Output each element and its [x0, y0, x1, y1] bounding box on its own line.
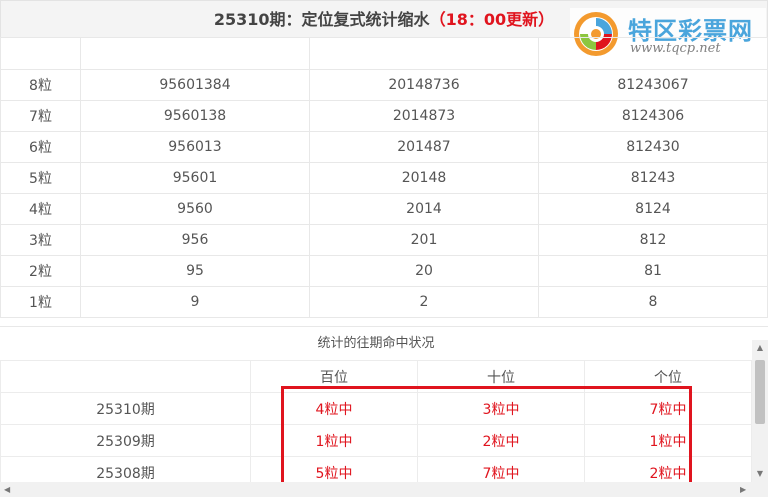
- row-label: 3粒: [0, 224, 81, 256]
- table-cell: 956: [80, 224, 310, 256]
- vertical-scrollbar[interactable]: ▲ ▼: [752, 340, 768, 482]
- table-header-row: [0, 37, 768, 70]
- table-cell: 2014: [309, 193, 539, 225]
- scroll-down-icon[interactable]: ▼: [752, 466, 768, 482]
- history-table: 百位 十位 个位 25310期 4粒中 3粒中 7粒中 25309期 1粒中 2…: [0, 360, 752, 489]
- table-row: 1粒 9 2 8: [0, 286, 768, 318]
- history-hit-cell: 3粒中: [417, 392, 585, 425]
- table-row: 6粒 956013 201487 812430: [0, 131, 768, 163]
- header-cell: [309, 37, 539, 70]
- table-cell: 8124306: [538, 100, 768, 132]
- table-cell: 81243: [538, 162, 768, 194]
- history-header-cell: 个位: [584, 360, 752, 393]
- history-period: 25310期: [0, 392, 251, 425]
- table-cell: 81: [538, 255, 768, 287]
- table-cell: 9560138: [80, 100, 310, 132]
- table-cell: 201: [309, 224, 539, 256]
- table-row: 8粒 95601384 20148736 81243067: [0, 69, 768, 101]
- scroll-left-icon[interactable]: ◀: [4, 482, 10, 497]
- row-label: 5粒: [0, 162, 81, 194]
- table-cell: 95601: [80, 162, 310, 194]
- table-cell: 956013: [80, 131, 310, 163]
- row-label: 1粒: [0, 286, 81, 318]
- history-header-cell: 十位: [417, 360, 585, 393]
- scroll-up-icon[interactable]: ▲: [752, 340, 768, 356]
- table-cell: 20148736: [309, 69, 539, 101]
- table-cell: 201487: [309, 131, 539, 163]
- table-cell: 2014873: [309, 100, 539, 132]
- row-label: 7粒: [0, 100, 81, 132]
- history-panel: 统计的往期命中状况 百位 十位 个位 25310期 4粒中 3粒中 7粒中 25…: [0, 326, 768, 498]
- table-row: 2粒 95 20 81: [0, 255, 768, 287]
- table-cell: 81243067: [538, 69, 768, 101]
- header-cell: [80, 37, 310, 70]
- table-cell: 812430: [538, 131, 768, 163]
- row-label: 2粒: [0, 255, 81, 287]
- history-header-row: 百位 十位 个位: [0, 360, 752, 393]
- history-header-cell: 百位: [250, 360, 418, 393]
- table-cell: 95: [80, 255, 310, 287]
- table-cell: 2: [309, 286, 539, 318]
- history-hit-cell: 1粒中: [584, 424, 752, 457]
- table-row: 7粒 9560138 2014873 8124306: [0, 100, 768, 132]
- row-label: 4粒: [0, 193, 81, 225]
- scroll-right-icon[interactable]: ▶: [740, 482, 746, 497]
- table-cell: 95601384: [80, 69, 310, 101]
- header-cell: [538, 37, 768, 70]
- row-label: 8粒: [0, 69, 81, 101]
- history-hit-cell: 2粒中: [417, 424, 585, 457]
- table-cell: 9: [80, 286, 310, 318]
- history-row: 25309期 1粒中 2粒中 1粒中: [0, 424, 752, 457]
- title-update-time: （18：00更新）: [429, 10, 555, 29]
- history-hit-cell: 7粒中: [584, 392, 752, 425]
- history-period: 25309期: [0, 424, 251, 457]
- history-header-cell: [0, 360, 251, 393]
- horizontal-scrollbar[interactable]: ◀ ▶: [0, 482, 768, 497]
- table-cell: 20148: [309, 162, 539, 194]
- table-row: 4粒 9560 2014 8124: [0, 193, 768, 225]
- table-cell: 8: [538, 286, 768, 318]
- history-row: 25310期 4粒中 3粒中 7粒中: [0, 392, 752, 425]
- reduction-table: 8粒 95601384 20148736 81243067 7粒 9560138…: [0, 37, 768, 318]
- history-hit-cell: 1粒中: [250, 424, 418, 457]
- history-title: 统计的往期命中状况: [0, 327, 752, 361]
- history-hit-cell: 4粒中: [250, 392, 418, 425]
- row-label: 6粒: [0, 131, 81, 163]
- scrollbar-thumb[interactable]: [755, 360, 765, 424]
- table-cell: 812: [538, 224, 768, 256]
- table-cell: 9560: [80, 193, 310, 225]
- title-main: 25310期：定位复式统计缩水: [213, 10, 430, 29]
- table-row: 3粒 956 201 812: [0, 224, 768, 256]
- table-row: 5粒 95601 20148 81243: [0, 162, 768, 194]
- header-cell: [0, 37, 81, 70]
- table-cell: 20: [309, 255, 539, 287]
- table-cell: 8124: [538, 193, 768, 225]
